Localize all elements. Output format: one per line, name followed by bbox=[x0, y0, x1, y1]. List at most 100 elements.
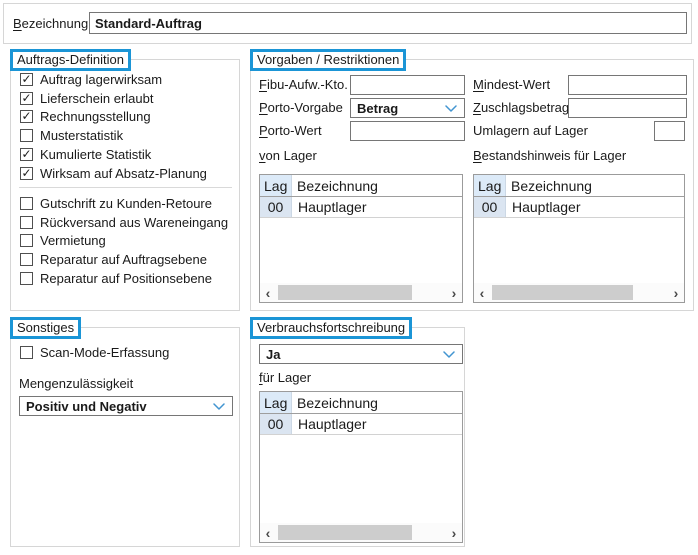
mengenzulaessigkeit-value: Positiv und Negativ bbox=[26, 399, 147, 414]
checkbox-label: Wirksam auf Absatz-Planung bbox=[40, 166, 207, 181]
scrollbar-thumb[interactable] bbox=[492, 285, 633, 300]
umlagern-auf-lager-input[interactable] bbox=[654, 121, 685, 141]
table-row[interactable]: 00 Hauptlager bbox=[260, 414, 462, 435]
mindest-wert-input[interactable] bbox=[568, 75, 687, 95]
checkbox-row-lieferschein-erlaubt[interactable]: Lieferschein erlaubt bbox=[20, 89, 153, 107]
table-header-row: Lag Bezeichnung bbox=[260, 175, 462, 197]
checkbox[interactable] bbox=[20, 272, 33, 285]
checkbox[interactable] bbox=[20, 197, 33, 210]
column-header-lag[interactable]: Lag bbox=[260, 175, 292, 196]
scroll-right-icon[interactable]: › bbox=[446, 523, 462, 542]
scroll-left-icon[interactable]: ‹ bbox=[260, 283, 276, 302]
table-row[interactable]: 00 Hauptlager bbox=[474, 197, 684, 218]
column-header-bezeichnung[interactable]: Bezeichnung bbox=[292, 392, 378, 413]
von-lager-table[interactable]: Lag Bezeichnung 00 Hauptlager ‹ › bbox=[259, 174, 463, 303]
horizontal-scrollbar[interactable]: ‹ › bbox=[474, 283, 684, 302]
porto-vorgabe-value: Betrag bbox=[357, 101, 398, 116]
umlagern-auf-lager-label: Umlagern auf Lager bbox=[473, 121, 588, 141]
chevron-down-icon bbox=[445, 105, 457, 113]
checkbox-row-musterstatistik[interactable]: Musterstatistik bbox=[20, 126, 123, 144]
checkbox[interactable] bbox=[20, 148, 33, 161]
checkbox-row-reparatur-auftragsebene[interactable]: Reparatur auf Auftragsebene bbox=[20, 250, 207, 268]
scroll-left-icon[interactable]: ‹ bbox=[474, 283, 490, 302]
scroll-left-icon[interactable]: ‹ bbox=[260, 523, 276, 542]
checkbox-label: Rechnungsstellung bbox=[40, 109, 151, 124]
cell-bezeichnung: Hauptlager bbox=[292, 197, 367, 217]
checkbox-row-rueckversand-wareneingang[interactable]: Rückversand aus Wareneingang bbox=[20, 213, 228, 231]
checkbox-label: Scan-Mode-Erfassung bbox=[40, 345, 169, 360]
mengenzulaessigkeit-select[interactable]: Positiv und Negativ bbox=[19, 396, 233, 416]
scrollbar-thumb[interactable] bbox=[278, 285, 412, 300]
table-header-row: Lag Bezeichnung bbox=[260, 392, 462, 414]
table-empty-area bbox=[260, 435, 462, 523]
group-auftrags-definition: Auftrags-Definition Auftrag lagerwirksam… bbox=[10, 59, 240, 311]
checkbox-row-wirksam-absatz-planung[interactable]: Wirksam auf Absatz-Planung bbox=[20, 164, 207, 182]
scrollbar-track[interactable] bbox=[276, 285, 446, 300]
checkbox-label: Kumulierte Statistik bbox=[40, 147, 151, 162]
fuer-lager-table[interactable]: Lag Bezeichnung 00 Hauptlager ‹ › bbox=[259, 391, 463, 543]
horizontal-scrollbar[interactable]: ‹ › bbox=[260, 523, 462, 542]
von-lager-label: von Lager bbox=[259, 148, 317, 164]
porto-wert-label: Porto-Wert bbox=[259, 121, 322, 141]
porto-vorgabe-select[interactable]: Betrag bbox=[350, 98, 465, 118]
checkbox-label: Auftrag lagerwirksam bbox=[40, 72, 162, 87]
checkbox-row-auftrag-lagerwirksam[interactable]: Auftrag lagerwirksam bbox=[20, 70, 162, 88]
checkbox[interactable] bbox=[20, 234, 33, 247]
checkbox-row-scan-mode-erfassung[interactable]: Scan-Mode-Erfassung bbox=[20, 343, 169, 361]
checkbox[interactable] bbox=[20, 92, 33, 105]
scrollbar-thumb[interactable] bbox=[278, 525, 412, 540]
fibu-aufw-kto-label: Fibu-Aufw.-Kto. bbox=[259, 75, 348, 95]
checkbox[interactable] bbox=[20, 73, 33, 86]
checkbox-row-kumulierte-statistik[interactable]: Kumulierte Statistik bbox=[20, 145, 151, 163]
bezeichnung-panel: Bezeichnung bbox=[3, 3, 692, 44]
group-title-verbrauchsfortschreibung: Verbrauchsfortschreibung bbox=[250, 317, 412, 339]
table-empty-area bbox=[260, 218, 462, 283]
checkbox[interactable] bbox=[20, 110, 33, 123]
scroll-right-icon[interactable]: › bbox=[668, 283, 684, 302]
group-title-auftrags-definition: Auftrags-Definition bbox=[10, 49, 131, 71]
table-row[interactable]: 00 Hauptlager bbox=[260, 197, 462, 218]
cell-lag: 00 bbox=[474, 197, 506, 217]
checkbox[interactable] bbox=[20, 253, 33, 266]
checkbox[interactable] bbox=[20, 346, 33, 359]
checkbox-label: Lieferschein erlaubt bbox=[40, 91, 153, 106]
column-header-bezeichnung[interactable]: Bezeichnung bbox=[506, 175, 592, 196]
column-header-bezeichnung[interactable]: Bezeichnung bbox=[292, 175, 378, 196]
porto-wert-input[interactable] bbox=[350, 121, 465, 141]
scrollbar-track[interactable] bbox=[276, 525, 446, 540]
verbrauchsfortschreibung-select[interactable]: Ja bbox=[259, 344, 463, 364]
checkbox[interactable] bbox=[20, 216, 33, 229]
checkbox-label: Gutschrift zu Kunden-Retoure bbox=[40, 196, 212, 211]
checkbox-row-vermietung[interactable]: Vermietung bbox=[20, 231, 106, 249]
chevron-down-icon bbox=[443, 351, 455, 359]
checkbox-label: Musterstatistik bbox=[40, 128, 123, 143]
checkbox[interactable] bbox=[20, 167, 33, 180]
table-empty-area bbox=[474, 218, 684, 283]
scroll-right-icon[interactable]: › bbox=[446, 283, 462, 302]
bestandshinweis-table[interactable]: Lag Bezeichnung 00 Hauptlager ‹ › bbox=[473, 174, 685, 303]
checkbox-row-reparatur-positionsebene[interactable]: Reparatur auf Positionsebene bbox=[20, 269, 212, 287]
horizontal-scrollbar[interactable]: ‹ › bbox=[260, 283, 462, 302]
cell-lag: 00 bbox=[260, 414, 292, 434]
checkbox[interactable] bbox=[20, 129, 33, 142]
verbrauchsfortschreibung-value: Ja bbox=[266, 347, 280, 362]
group-vorgaben-restriktionen: Vorgaben / Restriktionen Fibu-Aufw.-Kto.… bbox=[250, 59, 694, 311]
column-header-lag[interactable]: Lag bbox=[474, 175, 506, 196]
chevron-down-icon bbox=[213, 403, 225, 411]
group-title-vorgaben-restriktionen: Vorgaben / Restriktionen bbox=[250, 49, 406, 71]
fuer-lager-label: für Lager bbox=[259, 370, 311, 386]
fibu-aufw-kto-input[interactable] bbox=[350, 75, 465, 95]
column-header-lag[interactable]: Lag bbox=[260, 392, 292, 413]
checkbox-label: Vermietung bbox=[40, 233, 106, 248]
mengenzulaessigkeit-label: Mengenzulässigkeit bbox=[19, 376, 133, 392]
checkbox-row-rechnungsstellung[interactable]: Rechnungsstellung bbox=[20, 107, 151, 125]
group-sonstiges: Sonstiges Scan-Mode-Erfassung Mengenzulä… bbox=[10, 327, 240, 547]
bezeichnung-input[interactable] bbox=[89, 12, 687, 34]
checkbox-row-gutschrift-kunden-retoure[interactable]: Gutschrift zu Kunden-Retoure bbox=[20, 194, 212, 212]
porto-vorgabe-label: Porto-Vorgabe bbox=[259, 98, 343, 118]
scrollbar-track[interactable] bbox=[490, 285, 668, 300]
checkbox-label: Reparatur auf Positionsebene bbox=[40, 271, 212, 286]
cell-bezeichnung: Hauptlager bbox=[506, 197, 581, 217]
checkbox-label: Rückversand aus Wareneingang bbox=[40, 215, 228, 230]
zuschlagsbetrag-input[interactable] bbox=[568, 98, 687, 118]
